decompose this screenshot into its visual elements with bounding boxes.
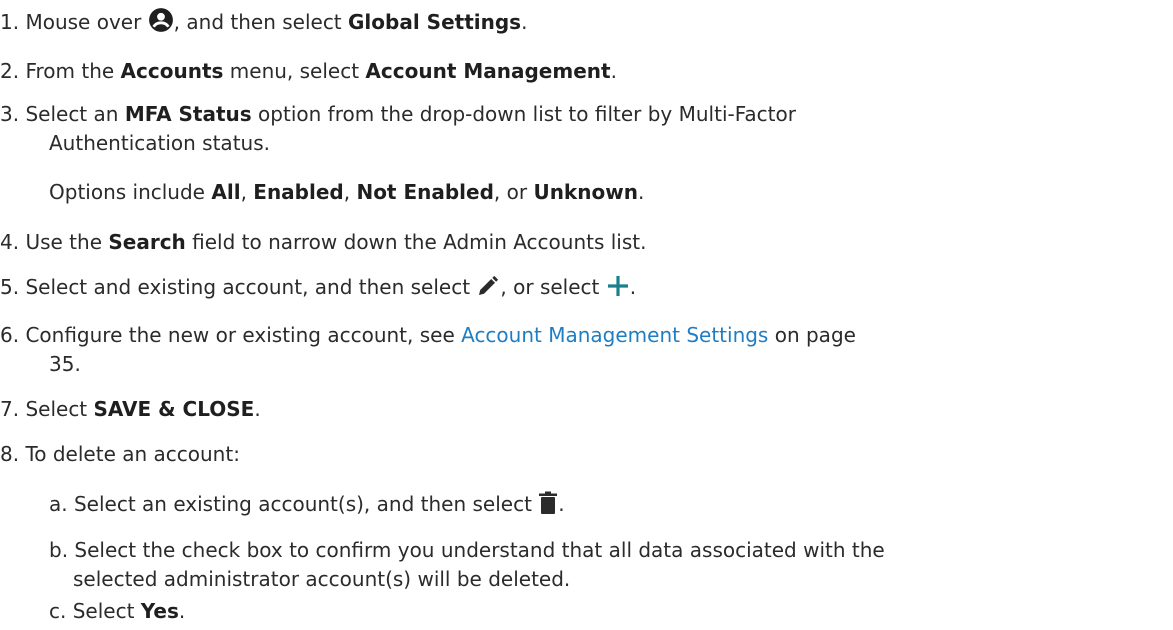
- punctuation: .: [637, 180, 645, 204]
- step-8: 8. To delete an account:: [0, 440, 240, 468]
- step-3-continuation: Authentication status.: [49, 129, 270, 157]
- step-text: Select: [72, 599, 135, 623]
- step-5: 5. Select and existing account, and then…: [0, 273, 636, 301]
- step-number: 5.: [0, 275, 20, 299]
- option-unknown: Unknown: [533, 180, 638, 204]
- step-text: field to narrow down the Admin Accounts …: [192, 230, 647, 254]
- step-3: 3. Select an MFA Status option from the …: [0, 100, 796, 128]
- step-number: 1.: [0, 10, 20, 34]
- step-text: Use the: [25, 230, 102, 254]
- option-enabled: Enabled: [253, 180, 344, 204]
- step-number: 6.: [0, 323, 20, 347]
- step-text: , and then select: [173, 10, 342, 34]
- step-text: on page: [774, 323, 856, 347]
- step-text: Select and existing account, and then se…: [25, 275, 471, 299]
- step-text: menu, select: [229, 59, 360, 83]
- plus-icon: [606, 274, 630, 298]
- procedure-document: 1. Mouse over , and then select Global S…: [0, 0, 1173, 630]
- step-1: 1. Mouse over , and then select Global S…: [0, 7, 527, 36]
- substep-label: c.: [49, 599, 67, 623]
- step-text: selected administrator account(s) will b…: [73, 567, 571, 591]
- step-text: Select: [25, 397, 88, 421]
- substep-label: a.: [49, 492, 68, 516]
- ui-term: Global Settings: [348, 10, 522, 34]
- punctuation: .: [254, 397, 261, 421]
- substep-8b-continuation: selected administrator account(s) will b…: [73, 565, 570, 593]
- option-all: All: [211, 180, 241, 204]
- account-management-settings-link[interactable]: Account Management Settings: [461, 323, 768, 347]
- punctuation: .: [610, 59, 617, 83]
- punctuation: .: [558, 492, 565, 516]
- ui-term: Search: [108, 230, 186, 254]
- step-text: option from the drop-down list to filter…: [258, 102, 796, 126]
- ui-term: SAVE & CLOSE: [93, 397, 255, 421]
- ui-term: Account Management: [365, 59, 611, 83]
- step-text: , or: [493, 180, 528, 204]
- substep-8b: b. Select the check box to confirm you u…: [49, 536, 885, 564]
- ui-term: MFA Status: [124, 102, 252, 126]
- step-2: 2. From the Accounts menu, select Accoun…: [0, 57, 617, 85]
- step-text: Options include: [49, 180, 205, 204]
- step-text: Select the check box to confirm you unde…: [74, 538, 885, 562]
- option-not-enabled: Not Enabled: [356, 180, 494, 204]
- account-circle-icon: [148, 7, 174, 33]
- step-text: To delete an account:: [25, 442, 240, 466]
- pencil-icon: [476, 274, 500, 298]
- step-number: 4.: [0, 230, 20, 254]
- punctuation: .: [521, 10, 528, 34]
- step-text: From the: [25, 59, 115, 83]
- step-4: 4. Use the Search field to narrow down t…: [0, 228, 647, 256]
- step-text: Configure the new or existing account, s…: [25, 323, 455, 347]
- step-number: 7.: [0, 397, 20, 421]
- punctuation: .: [178, 599, 186, 623]
- step-text: Authentication status.: [49, 131, 270, 155]
- substep-label: b.: [49, 538, 69, 562]
- step-text: Select an: [25, 102, 119, 126]
- trash-icon: [538, 491, 558, 515]
- step-7: 7. Select SAVE & CLOSE.: [0, 395, 261, 423]
- step-text: 35.: [49, 352, 81, 376]
- step-number: 2.: [0, 59, 20, 83]
- step-3-options: Options include All, Enabled, Not Enable…: [49, 180, 645, 204]
- step-number: 3.: [0, 102, 20, 126]
- step-6: 6. Configure the new or existing account…: [0, 321, 856, 349]
- ui-term: Yes: [140, 599, 179, 623]
- substep-8c: c. Select Yes.: [49, 597, 185, 625]
- step-number: 8.: [0, 442, 20, 466]
- punctuation: .: [629, 275, 637, 299]
- step-6-continuation: 35.: [49, 350, 81, 378]
- substep-8a: a. Select an existing account(s), and th…: [49, 490, 565, 518]
- step-text: Select an existing account(s), and then …: [73, 492, 532, 516]
- ui-term: Accounts: [120, 59, 224, 83]
- step-text: , or select: [500, 275, 600, 299]
- step-text: Mouse over: [25, 10, 142, 34]
